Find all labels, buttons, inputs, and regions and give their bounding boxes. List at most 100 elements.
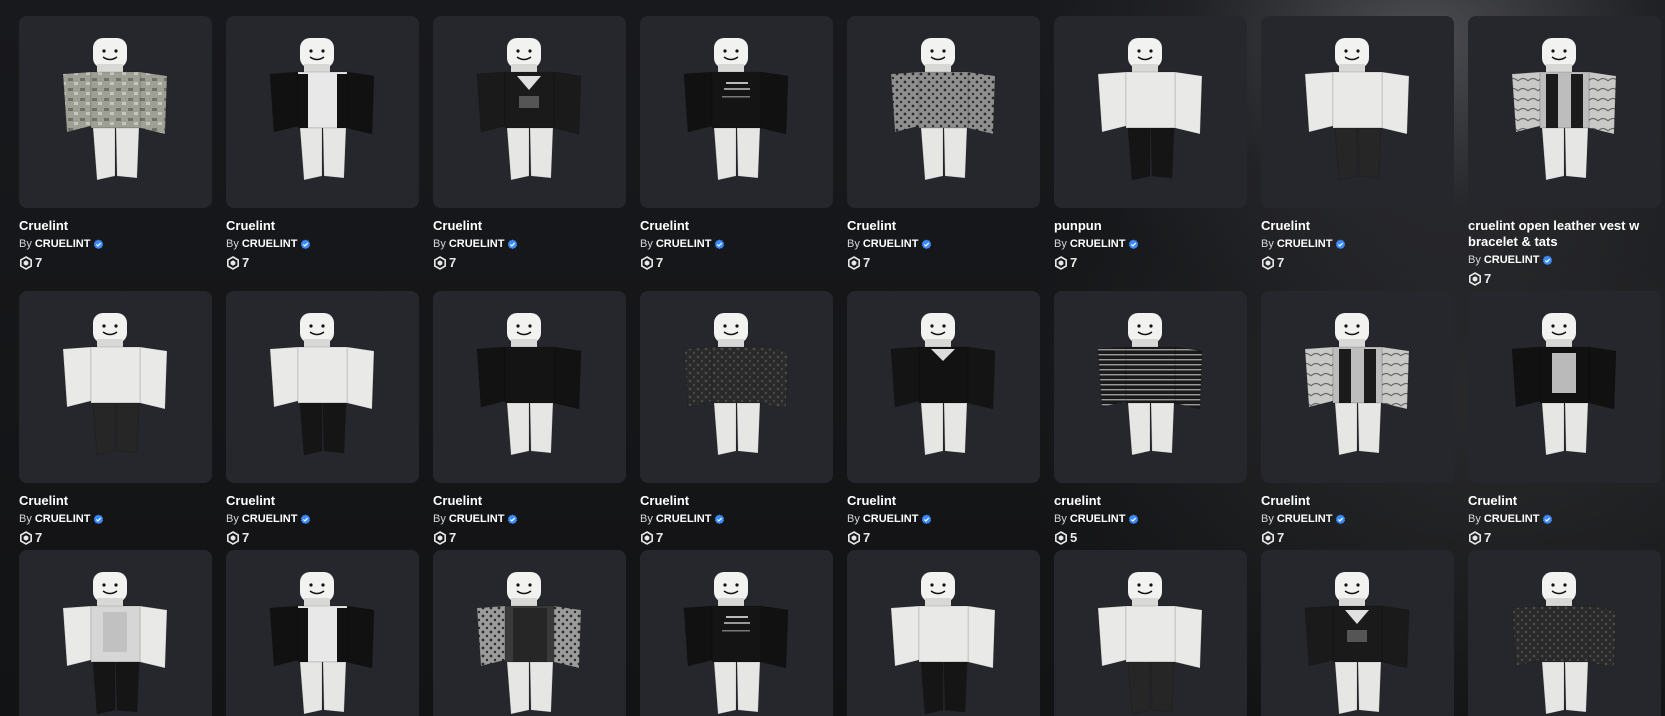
robux-icon xyxy=(848,255,860,270)
catalog-item-card[interactable] xyxy=(847,550,1040,716)
catalog-item-card[interactable]: Cruelint By CRUELINT 7 xyxy=(640,291,833,550)
item-thumbnail[interactable] xyxy=(433,550,626,716)
item-name[interactable]: Cruelint xyxy=(1261,493,1454,509)
item-thumbnail[interactable] xyxy=(1261,291,1454,483)
robux-icon xyxy=(641,530,653,545)
item-thumbnail[interactable] xyxy=(640,550,833,716)
price-value: 7 xyxy=(242,255,250,270)
catalog-item-card[interactable]: Cruelint By CRUELINT 7 xyxy=(1261,291,1454,550)
creator-name-link[interactable]: CRUELINT xyxy=(1277,512,1333,526)
creator-name-link[interactable]: CRUELINT xyxy=(1484,253,1540,267)
catalog-item-card[interactable] xyxy=(226,550,419,716)
creator-name-link[interactable]: CRUELINT xyxy=(656,237,712,251)
item-name[interactable]: Cruelint xyxy=(226,218,419,234)
creator-name-link[interactable]: CRUELINT xyxy=(1070,512,1126,526)
verified-badge-icon xyxy=(1336,514,1346,524)
item-name[interactable]: Cruelint xyxy=(226,493,419,509)
creator-name-link[interactable]: CRUELINT xyxy=(656,512,712,526)
item-thumbnail[interactable] xyxy=(1468,550,1661,716)
catalog-item-card[interactable]: Cruelint By CRUELINT 7 xyxy=(433,291,626,550)
item-name[interactable]: Cruelint xyxy=(433,218,626,234)
catalog-item-card[interactable]: Cruelint By CRUELINT 7 xyxy=(1468,291,1661,550)
catalog-item-card[interactable]: Cruelint By CRUELINT 7 xyxy=(226,291,419,550)
creator-name-link[interactable]: CRUELINT xyxy=(863,237,919,251)
item-thumbnail[interactable] xyxy=(1054,550,1247,716)
creator-by-label: By xyxy=(1468,254,1481,266)
item-name[interactable]: Cruelint xyxy=(640,218,833,234)
catalog-item-card[interactable]: Cruelint By CRUELINT 7 xyxy=(433,16,626,291)
item-thumbnail[interactable] xyxy=(433,16,626,208)
item-creator: By CRUELINT xyxy=(19,512,212,526)
catalog-item-card[interactable] xyxy=(19,550,212,716)
catalog-item-card[interactable] xyxy=(640,550,833,716)
item-name[interactable]: Cruelint xyxy=(847,493,1040,509)
catalog-item-card[interactable]: Cruelint By CRUELINT 7 xyxy=(226,16,419,291)
catalog-item-card[interactable]: cruelint open leather vest w bracelet & … xyxy=(1468,16,1661,291)
item-name[interactable]: Cruelint xyxy=(640,493,833,509)
catalog-item-card[interactable] xyxy=(433,550,626,716)
item-thumbnail[interactable] xyxy=(226,550,419,716)
item-thumbnail[interactable] xyxy=(1054,16,1247,208)
item-name[interactable]: cruelint xyxy=(1054,493,1247,509)
item-thumbnail[interactable] xyxy=(847,16,1040,208)
catalog-item-card[interactable]: Cruelint By CRUELINT 7 xyxy=(19,291,212,550)
creator-name-link[interactable]: CRUELINT xyxy=(35,237,91,251)
verified-badge-icon xyxy=(715,514,725,524)
creator-name-link[interactable]: CRUELINT xyxy=(449,237,505,251)
creator-name-link[interactable]: CRUELINT xyxy=(1277,237,1333,251)
item-name[interactable]: punpun xyxy=(1054,218,1247,234)
item-name[interactable]: Cruelint xyxy=(19,493,212,509)
verified-badge-icon xyxy=(1543,514,1553,524)
catalog-page: Cruelint By CRUELINT 7 Cruelint By CRUEL… xyxy=(0,0,1665,716)
creator-name-link[interactable]: CRUELINT xyxy=(449,512,505,526)
item-creator: By CRUELINT xyxy=(433,512,626,526)
item-thumbnail[interactable] xyxy=(19,16,212,208)
item-thumbnail[interactable] xyxy=(1468,16,1661,208)
item-price: 7 xyxy=(226,530,419,545)
item-name[interactable]: cruelint open leather vest w bracelet & … xyxy=(1468,218,1661,250)
item-thumbnail[interactable] xyxy=(433,291,626,483)
creator-name-link[interactable]: CRUELINT xyxy=(242,237,298,251)
robux-icon xyxy=(641,255,653,270)
item-name[interactable]: Cruelint xyxy=(1468,493,1661,509)
catalog-item-card[interactable] xyxy=(1261,550,1454,716)
catalog-item-card[interactable]: Cruelint By CRUELINT 7 xyxy=(19,16,212,291)
catalog-item-card[interactable]: Cruelint By CRUELINT 7 xyxy=(640,16,833,291)
item-thumbnail[interactable] xyxy=(1261,16,1454,208)
creator-name-link[interactable]: CRUELINT xyxy=(35,512,91,526)
avatar-preview xyxy=(890,313,996,456)
creator-by-label: By xyxy=(847,238,860,250)
item-thumbnail[interactable] xyxy=(640,291,833,483)
item-thumbnail[interactable] xyxy=(640,16,833,208)
catalog-item-card[interactable] xyxy=(1054,550,1247,716)
item-thumbnail[interactable] xyxy=(19,291,212,483)
catalog-item-card[interactable] xyxy=(1468,550,1661,716)
item-thumbnail[interactable] xyxy=(847,550,1040,716)
item-thumbnail[interactable] xyxy=(226,16,419,208)
catalog-item-card[interactable]: Cruelint By CRUELINT 7 xyxy=(847,291,1040,550)
item-thumbnail[interactable] xyxy=(19,550,212,716)
avatar-preview xyxy=(683,313,789,456)
item-price: 7 xyxy=(1468,530,1661,545)
catalog-item-card[interactable]: Cruelint By CRUELINT 7 xyxy=(847,16,1040,291)
item-thumbnail[interactable] xyxy=(847,291,1040,483)
item-thumbnail[interactable] xyxy=(1468,291,1661,483)
item-creator: By CRUELINT xyxy=(1054,512,1247,526)
robux-icon xyxy=(227,530,239,545)
catalog-item-card[interactable]: punpun By CRUELINT 7 xyxy=(1054,16,1247,291)
item-name[interactable]: Cruelint xyxy=(847,218,1040,234)
item-name[interactable]: Cruelint xyxy=(433,493,626,509)
creator-name-link[interactable]: CRUELINT xyxy=(242,512,298,526)
creator-name-link[interactable]: CRUELINT xyxy=(1484,512,1540,526)
item-thumbnail[interactable] xyxy=(226,291,419,483)
item-thumbnail[interactable] xyxy=(1054,291,1247,483)
catalog-item-card[interactable]: cruelint By CRUELINT 5 xyxy=(1054,291,1247,550)
item-thumbnail[interactable] xyxy=(1261,550,1454,716)
item-name[interactable]: Cruelint xyxy=(19,218,212,234)
creator-by-label: By xyxy=(1261,238,1274,250)
creator-name-link[interactable]: CRUELINT xyxy=(863,512,919,526)
creator-name-link[interactable]: CRUELINT xyxy=(1070,237,1126,251)
catalog-item-card[interactable]: Cruelint By CRUELINT 7 xyxy=(1261,16,1454,291)
item-name[interactable]: Cruelint xyxy=(1261,218,1454,234)
item-price: 7 xyxy=(847,255,1040,270)
